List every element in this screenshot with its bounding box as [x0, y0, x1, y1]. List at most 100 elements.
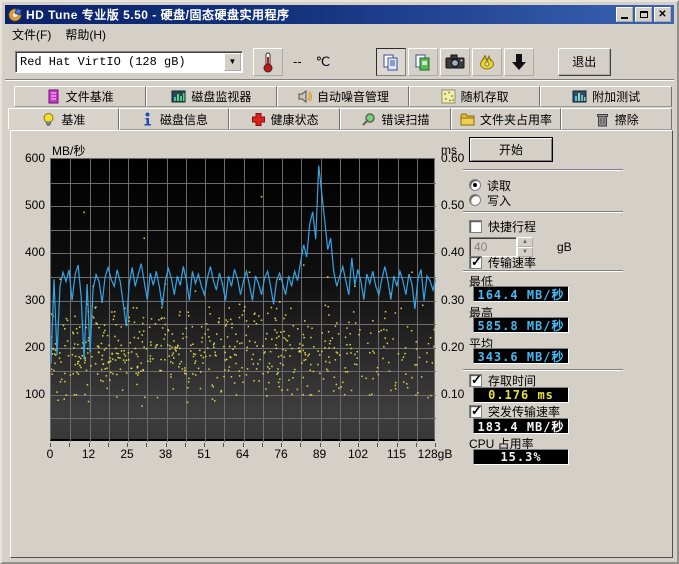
access-time-checkbox[interactable]	[469, 374, 482, 387]
read-radio[interactable]	[469, 179, 481, 191]
left-tick-label: 600	[17, 152, 45, 164]
right-tick-label: 0.20	[441, 341, 464, 353]
menubar: 文件(F) 帮助(H)	[5, 25, 674, 43]
x-tick-label: 128gB	[418, 447, 453, 461]
temperature-button[interactable]	[253, 48, 283, 76]
exit-button[interactable]: 退出	[558, 48, 610, 75]
tab-error-scan[interactable]: 错误扫描	[340, 108, 451, 130]
info-icon	[140, 112, 155, 127]
short-stroke-unit: gB	[557, 240, 572, 254]
copy-image-button[interactable]	[408, 48, 438, 76]
cpu-usage-label: CPU 占用率	[469, 435, 534, 449]
tab-extra-tests[interactable]: 附加测试	[540, 86, 672, 107]
tab-disk-info[interactable]: 磁盘信息	[119, 108, 230, 130]
tab-benchmark[interactable]: 基准	[8, 108, 119, 130]
right-tick-label: 0.60	[441, 152, 464, 164]
minimize-icon	[621, 17, 628, 19]
avg-value: 343.6 MB/秒	[473, 348, 569, 364]
short-stroke-checkbox[interactable]	[469, 220, 482, 233]
health-cross-icon	[251, 112, 266, 127]
tab-file-benchmark[interactable]: 文件基准	[14, 86, 146, 107]
left-tick-label: 300	[17, 294, 45, 306]
copy-text-button[interactable]	[376, 48, 406, 76]
menu-file[interactable]: 文件(F)	[5, 24, 58, 45]
x-tick-mark	[185, 443, 186, 447]
right-tick-label: 0.40	[441, 246, 464, 258]
tab-health[interactable]: 健康状态	[229, 108, 340, 130]
save-results-button[interactable]	[504, 48, 534, 76]
left-axis-title: MB/秒	[52, 142, 85, 159]
tab-label: 磁盘监视器	[191, 88, 251, 105]
speaker-icon	[297, 89, 312, 104]
x-tick-label: 76	[274, 447, 287, 461]
left-tick-label: 100	[17, 388, 45, 400]
screenshot-camera-icon	[445, 54, 465, 70]
left-tick-label: 400	[17, 246, 45, 258]
x-tick-mark	[300, 443, 301, 447]
tab-label: 附加测试	[592, 88, 640, 105]
left-tick-label: 200	[17, 341, 45, 353]
transfer-rate-checkbox[interactable]	[469, 256, 482, 269]
x-tick-label: 102	[348, 447, 368, 461]
separator	[463, 369, 623, 371]
start-button[interactable]: 开始	[469, 137, 553, 162]
read-radio-row[interactable]: 读取	[469, 178, 511, 192]
burst-rate-value: 183.4 MB/秒	[473, 418, 569, 434]
right-tick-label: 0.50	[441, 199, 464, 211]
tab-erase[interactable]: 擦除	[561, 108, 672, 130]
access-time-label: 存取时间	[488, 372, 536, 389]
x-tick-mark	[435, 443, 436, 447]
cpu-usage-value: 15.3%	[473, 449, 569, 465]
max-value: 585.8 MB/秒	[473, 317, 569, 333]
tab-auto-acoustic[interactable]: 自动噪音管理	[277, 86, 409, 107]
x-tick-label: 0	[47, 447, 54, 461]
chevron-down-icon[interactable]: ▼	[224, 53, 241, 71]
toolbar: Red Hat VirtIO (128 gB) ▼ -- ℃	[5, 44, 674, 80]
x-tick-mark	[281, 443, 282, 447]
tab-label: 错误扫描	[381, 111, 429, 128]
tab-random-access[interactable]: 随机存取	[409, 86, 541, 107]
screenshot-button[interactable]	[440, 48, 470, 76]
x-tick-mark	[223, 443, 224, 447]
write-radio-row[interactable]: 写入	[469, 193, 511, 207]
x-tick-mark	[243, 443, 244, 447]
x-tick-mark	[397, 443, 398, 447]
close-button[interactable]: ✕	[654, 7, 671, 22]
transfer-rate-row[interactable]: 传输速率	[469, 255, 536, 269]
menu-help[interactable]: 帮助(H)	[58, 24, 113, 45]
tab-label: 擦除	[615, 111, 639, 128]
donate-button[interactable]	[472, 48, 502, 76]
x-tick-mark	[166, 443, 167, 447]
x-tick-mark	[146, 443, 147, 447]
x-tick-mark	[127, 443, 128, 447]
app-window: HD Tune 专业版 5.50 - 硬盘/固态硬盘实用程序 ✕ 文件(F) 帮…	[0, 0, 679, 564]
tab-label: 健康状态	[271, 111, 319, 128]
write-radio-label: 写入	[487, 192, 511, 209]
burst-rate-checkbox[interactable]	[469, 405, 482, 418]
tab-folder-usage[interactable]: 文件夹占用率	[451, 108, 562, 130]
extra-tests-icon	[572, 89, 587, 104]
right-tick-label: 0.10	[441, 388, 464, 400]
burst-rate-row[interactable]: 突发传输速率	[469, 404, 560, 418]
magnifier-icon	[361, 112, 376, 127]
stepper-up-icon[interactable]: ▲	[517, 237, 533, 247]
write-radio[interactable]	[469, 194, 481, 206]
bulb-icon	[41, 112, 56, 127]
x-tick-label: 64	[236, 447, 249, 461]
short-stroke-row[interactable]: 快捷行程	[469, 219, 536, 233]
x-tick-label: 51	[197, 447, 210, 461]
minimize-button[interactable]	[616, 7, 633, 22]
save-down-arrow-icon	[511, 53, 527, 71]
drive-select[interactable]: Red Hat VirtIO (128 gB) ▼	[15, 51, 243, 73]
access-time-row[interactable]: 存取时间	[469, 373, 536, 387]
x-tick-mark	[320, 443, 321, 447]
folder-icon	[460, 112, 475, 127]
separator	[463, 270, 623, 272]
tab-disk-monitor[interactable]: 磁盘监视器	[146, 86, 278, 107]
drive-select-value: Red Hat VirtIO (128 gB)	[16, 55, 223, 69]
x-tick-label: 115	[387, 447, 406, 461]
maximize-button[interactable]	[635, 7, 652, 22]
x-tick-mark	[69, 443, 70, 447]
right-tick-label: 0.30	[441, 294, 464, 306]
donate-hand-icon	[478, 53, 496, 71]
